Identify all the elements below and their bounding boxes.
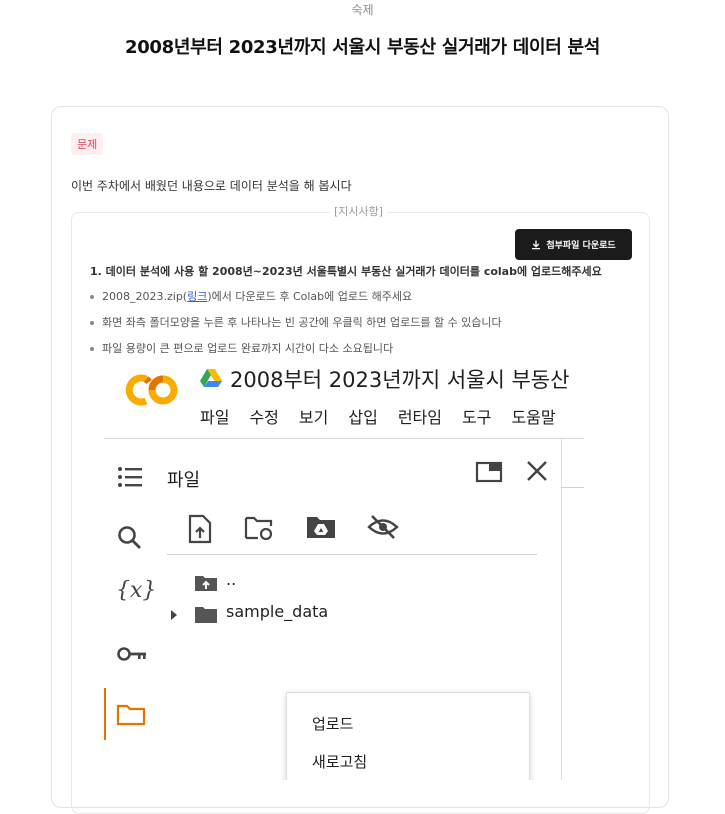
- context-upload[interactable]: 업로드: [312, 713, 353, 734]
- refresh-folder-icon[interactable]: [244, 514, 274, 542]
- download-icon: [532, 240, 541, 249]
- menu-edit[interactable]: 수정: [249, 404, 278, 428]
- chevron-right-icon[interactable]: [170, 609, 178, 621]
- open-in-tab-icon[interactable]: [475, 460, 503, 484]
- hidden-files-icon[interactable]: [367, 514, 399, 540]
- notebook-title[interactable]: 2008부터 2023년까지 서울시 부동산: [230, 364, 569, 394]
- google-drive-icon: [200, 369, 222, 387]
- colab-logo: [125, 374, 178, 406]
- active-tab-indicator: [104, 688, 106, 740]
- menu-file[interactable]: 파일: [200, 404, 229, 428]
- toc-icon[interactable]: [116, 464, 144, 490]
- notebook-edge: [561, 487, 584, 488]
- menu-help[interactable]: 도움말: [511, 404, 555, 428]
- instruction-bullet: 2008_2023.zip(링크)에서 다운로드 후 Colab에 업로드 해주…: [90, 288, 412, 304]
- folder-icon: [195, 607, 217, 623]
- instruction-bullet: 파일 용량이 큰 편으로 업로드 완료까지 시간이 다소 소요됩니다: [90, 340, 393, 356]
- homework-label: 숙제: [351, 3, 374, 17]
- context-refresh[interactable]: 새로고침: [312, 751, 367, 772]
- variables-icon[interactable]: {x}: [116, 578, 156, 603]
- menu-insert[interactable]: 삽입: [348, 404, 377, 428]
- folder-icon[interactable]: [116, 702, 146, 726]
- menu-tools[interactable]: 도구: [462, 404, 491, 428]
- zip-link[interactable]: 링크: [187, 290, 207, 303]
- instructions-tag: [지시사항]: [330, 203, 388, 219]
- folder-up-icon: [195, 576, 217, 591]
- panel-divider: [561, 439, 562, 780]
- upload-file-icon[interactable]: [188, 514, 212, 544]
- page-title: 2008년부터 2023년까지 서울시 부동산 실거래가 데이터 분석: [124, 37, 601, 58]
- close-icon[interactable]: [526, 460, 548, 482]
- colab-screenshot: 2008부터 2023년까지 서울시 부동산 파일 수정 보기 삽입 런타임 도…: [104, 356, 584, 780]
- problem-question: 이번 주차에서 배웠던 내용으로 데이터 분석을 해 봅시다: [71, 179, 352, 193]
- search-icon[interactable]: [116, 524, 144, 552]
- toolbar-divider: [167, 554, 537, 555]
- context-menu: 업로드 새로고침: [286, 692, 530, 780]
- instruction-bullet: 화면 좌측 폴더모양을 누른 후 나타나는 빈 공간에 우클릭 하면 업로드를 …: [90, 314, 502, 330]
- instruction-step-1: 1. 데이터 분석에 사용 할 2008년~2023년 서울특별시 부동산 실거…: [90, 265, 602, 278]
- mount-drive-icon[interactable]: [306, 514, 336, 540]
- download-button-label: 첨부파일 다운로드: [546, 241, 616, 251]
- files-panel-title: 파일: [167, 470, 201, 491]
- header-divider: [104, 438, 584, 439]
- tree-item-sample-data[interactable]: sample_data: [226, 602, 328, 621]
- tree-item-parent[interactable]: ..: [226, 570, 236, 589]
- download-attachment-button[interactable]: 첨부파일 다운로드: [515, 229, 632, 260]
- menu-view[interactable]: 보기: [299, 404, 328, 428]
- menu-runtime[interactable]: 런타임: [398, 404, 442, 428]
- problem-badge: 문제: [71, 133, 104, 155]
- key-icon[interactable]: [116, 644, 148, 664]
- colab-menubar: 파일 수정 보기 삽입 런타임 도구 도움말: [200, 404, 576, 428]
